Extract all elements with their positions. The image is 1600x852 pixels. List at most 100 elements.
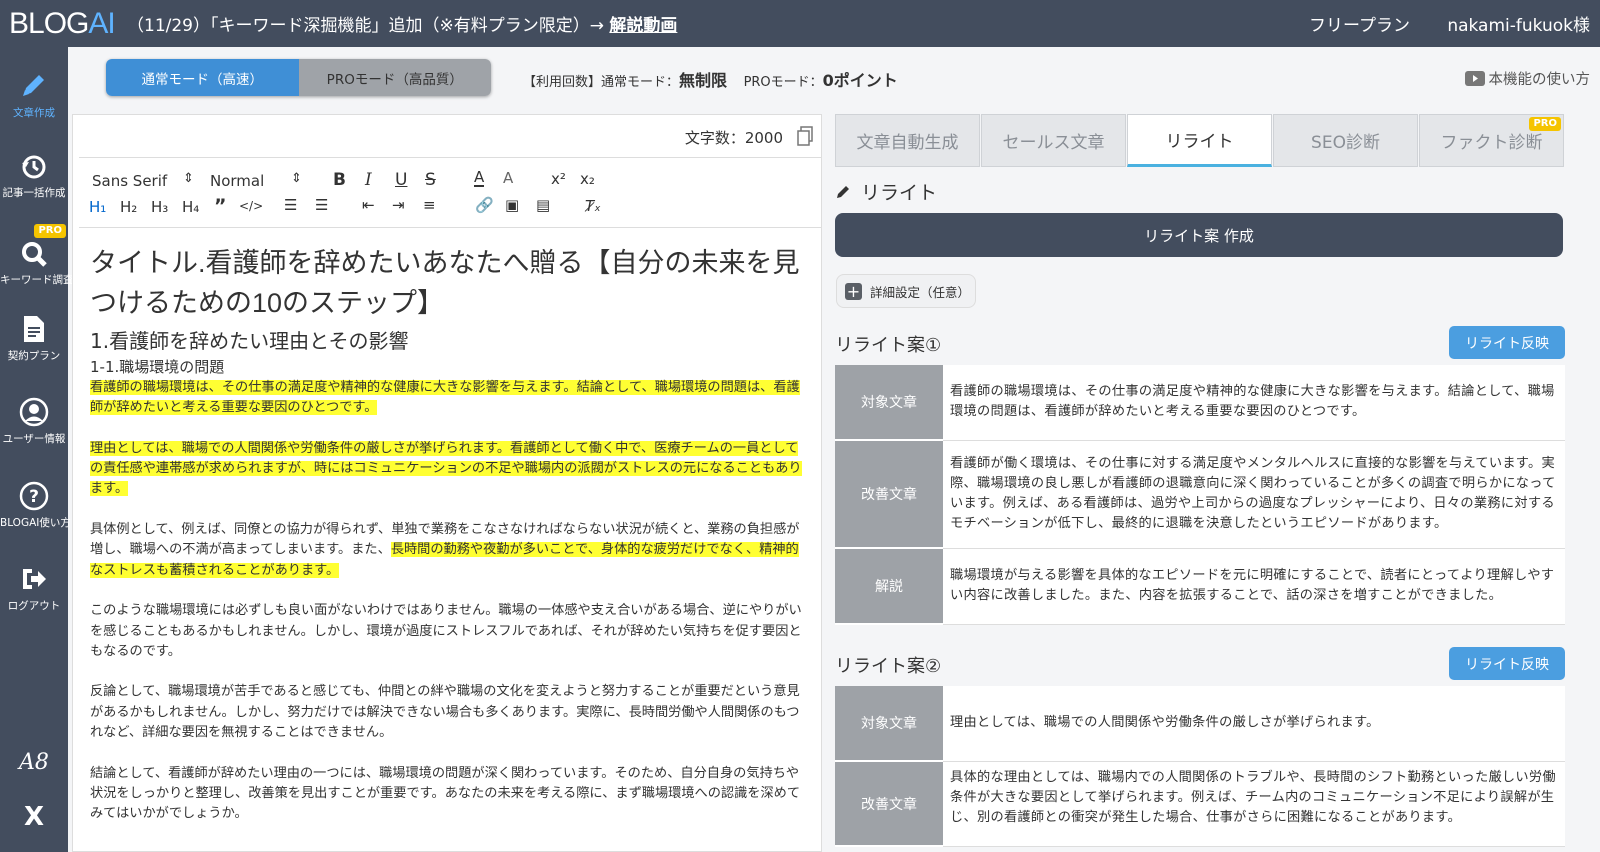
sidebar-item-write[interactable]: 文章作成 (0, 69, 68, 120)
size-select-arrows-icon: ⇕ (291, 171, 302, 186)
sidebar-item-bulk[interactable]: 記事一括作成 (0, 153, 68, 200)
tab-auto-generate[interactable]: 文章自動生成 (835, 114, 980, 167)
tab-rewrite[interactable]: リライト (1127, 114, 1272, 167)
apply-rewrite-button[interactable]: リライト反映 (1449, 647, 1565, 680)
document-icon (24, 316, 44, 342)
tab-fact-check[interactable]: PRO ファクト診断 (1419, 114, 1564, 167)
h4-icon[interactable]: H₄ (182, 198, 199, 216)
history-icon (22, 155, 46, 179)
bullet-list-icon[interactable]: ☰ (315, 196, 328, 214)
usage-label: 【利用回数】通常モード： (523, 75, 680, 90)
font-select-arrows-icon: ⇕ (183, 171, 194, 186)
usage-pro-label: PROモード： (743, 75, 823, 90)
paragraph-3: 具体例として、例えば、同僚との協力が得られず、単独で業務をこなさなければならない… (90, 520, 802, 581)
superscript-icon[interactable]: x² (551, 170, 566, 188)
proposal-table: 対象文章 看護師の職場環境は、その仕事の満足度や精神的な健康に大きな影響を与えま… (835, 365, 1565, 625)
clear-format-icon[interactable]: T̷ₓ (585, 197, 601, 215)
table-row: 対象文章 看護師の職場環境は、その仕事の満足度や精神的な健康に大きな影響を与えま… (835, 365, 1565, 441)
improved-text: 看護師が働く環境は、その仕事に対する満足度やメンタルヘルスに直接的な影響を与えて… (943, 440, 1565, 549)
italic-icon[interactable]: I (365, 170, 372, 190)
rewrite-heading-text: リライト (861, 182, 938, 204)
editor-toolbar: Sans Serif ⇕ Normal ⇕ B I U S A A x² x₂ … (79, 157, 822, 228)
detail-settings-label: 詳細設定（任意） (870, 284, 971, 300)
pro-mode-button[interactable]: PROモード（高品質） (298, 59, 491, 96)
h2-icon[interactable]: H₂ (120, 198, 137, 216)
sidebar-item-help[interactable]: ? BLOGAI使い方 (0, 481, 71, 530)
announcement: （11/29）「キーワード深掘機能」追加（※有料プラン限定）→ 解説動画 (127, 11, 677, 36)
user-icon (19, 397, 49, 427)
proposal-title: リライト案① (835, 335, 942, 356)
sidebar: 文章作成 記事一括作成 PRO キーワード調査 契約プラン ユーザー情報 ? B… (0, 47, 74, 852)
highlighted-text: 理由としては、職場での人間関係や労働条件の厳しさが挙げられます。看護師として働く… (90, 440, 802, 497)
indent-icon[interactable]: ⇥ (392, 196, 405, 214)
plan-label[interactable]: フリープラン (1309, 11, 1410, 36)
text-color-icon[interactable]: A (474, 169, 485, 187)
align-icon[interactable]: ≡ (423, 196, 436, 214)
paragraph-1: 看護師の職場環境は、その仕事の満足度や精神的な健康に大きな影響を与えます。結論と… (90, 378, 802, 419)
detail-settings-button[interactable]: + 詳細設定（任意） (836, 274, 976, 308)
h1-icon[interactable]: H₁ (89, 198, 106, 216)
blockquote-icon[interactable]: ” (214, 195, 227, 217)
tab-sales[interactable]: セールス文章 (981, 114, 1126, 167)
image-icon[interactable]: ▣ (505, 196, 519, 214)
copy-icon[interactable] (797, 126, 813, 146)
plus-icon: + (845, 281, 862, 301)
row-label: 改善文章 (835, 761, 943, 847)
pro-badge: PRO (1529, 117, 1561, 131)
video-icon (1464, 71, 1485, 86)
mode-switch: 通常モード（高速） PROモード（高品質） (106, 59, 491, 96)
video-embed-icon[interactable]: ▤ (536, 196, 550, 214)
code-block-icon[interactable]: </> (239, 199, 263, 213)
a8-icon[interactable]: A8 (0, 750, 68, 775)
pro-badge: PRO (34, 224, 66, 238)
logout-icon (23, 569, 46, 589)
tab-label: リライト (1165, 132, 1234, 152)
link-icon[interactable]: 🔗 (475, 196, 494, 214)
article-title: タイトル.看護師を辞めたいあなたへ贈る【自分の未来を見つけるための10のステップ… (90, 248, 800, 318)
tab-label: SEO診断 (1311, 133, 1380, 153)
tool-panel: 文章自動生成 セールス文章 リライト SEO診断 PRO ファクト診断 リライト … (835, 114, 1565, 852)
sidebar-item-logout[interactable]: ログアウト (0, 564, 68, 613)
user-name[interactable]: nakami-fukuok様 (1447, 11, 1590, 36)
usage-info: 【利用回数】通常モード：無制限 PROモード：0ポイント (523, 67, 898, 91)
top-bar: BLOGAI （11/29）「キーワード深掘機能」追加（※有料プラン限定）→ 解… (0, 0, 1600, 47)
announcement-link[interactable]: 解説動画 (609, 16, 677, 36)
sidebar-item-label: 契約プラン (7, 350, 61, 362)
sidebar-item-keyword[interactable]: PRO キーワード調査 (0, 224, 74, 287)
ordered-list-icon[interactable]: ☰ (284, 196, 297, 214)
sidebar-item-label: BLOGAI使い方 (0, 517, 71, 529)
tab-seo[interactable]: SEO診断 (1273, 114, 1418, 167)
row-label: 対象文章 (835, 365, 943, 441)
pencil-icon (837, 185, 849, 198)
sidebar-item-plan[interactable]: 契約プラン (0, 314, 68, 363)
strike-icon[interactable]: S (425, 170, 436, 190)
font-select[interactable]: Sans Serif (92, 172, 167, 190)
howto-link[interactable]: 本機能の使い方 (1464, 68, 1590, 89)
usage-pro-value: 0ポイント (822, 71, 898, 90)
panel-divider (822, 114, 835, 852)
paragraph-6: 結論として、看護師が辞めたい理由の一つには、職場環境の問題が深く関わっています。… (90, 765, 801, 822)
table-row: 改善文章 看護師が働く環境は、その仕事に対する満足度やメンタルヘルスに直接的な影… (835, 440, 1565, 549)
background-color-icon[interactable]: A (503, 169, 513, 187)
paragraph-4: このような職場環境には必ずしも良い面がないわけではありません。職場の一体感や支え… (90, 603, 802, 659)
logo-text: BLOG (9, 6, 89, 40)
subscript-icon[interactable]: x₂ (580, 170, 595, 188)
app-logo[interactable]: BLOGAI (9, 7, 117, 41)
outdent-icon[interactable]: ⇤ (362, 196, 375, 214)
underline-icon[interactable]: U (395, 170, 407, 190)
sidebar-item-label: キーワード調査 (0, 274, 74, 286)
target-text: 看護師の職場環境は、その仕事の満足度や精神的な健康に大きな影響を与えます。結論と… (943, 365, 1565, 441)
row-label: 対象文章 (835, 686, 943, 762)
size-select[interactable]: Normal (210, 172, 264, 190)
sidebar-item-label: ログアウト (7, 600, 61, 612)
x-icon[interactable]: X (0, 802, 68, 832)
proposal-table: 対象文章 理由としては、職場での人間関係や労働条件の厳しさが挙げられます。 改善… (835, 686, 1565, 847)
create-rewrite-button[interactable]: リライト案 作成 (835, 213, 1563, 257)
editor-panel: 文字数：2000 Sans Serif ⇕ Normal ⇕ B I U S A… (72, 114, 822, 852)
bold-icon[interactable]: B (333, 170, 346, 190)
normal-mode-button[interactable]: 通常モード（高速） (106, 59, 299, 96)
h3-icon[interactable]: H₃ (151, 198, 168, 216)
editor-content[interactable]: タイトル.看護師を辞めたいあなたへ贈る【自分の未来を見つけるための10のステップ… (90, 243, 802, 845)
sidebar-item-user[interactable]: ユーザー情報 (0, 397, 68, 446)
apply-rewrite-button[interactable]: リライト反映 (1449, 326, 1565, 359)
